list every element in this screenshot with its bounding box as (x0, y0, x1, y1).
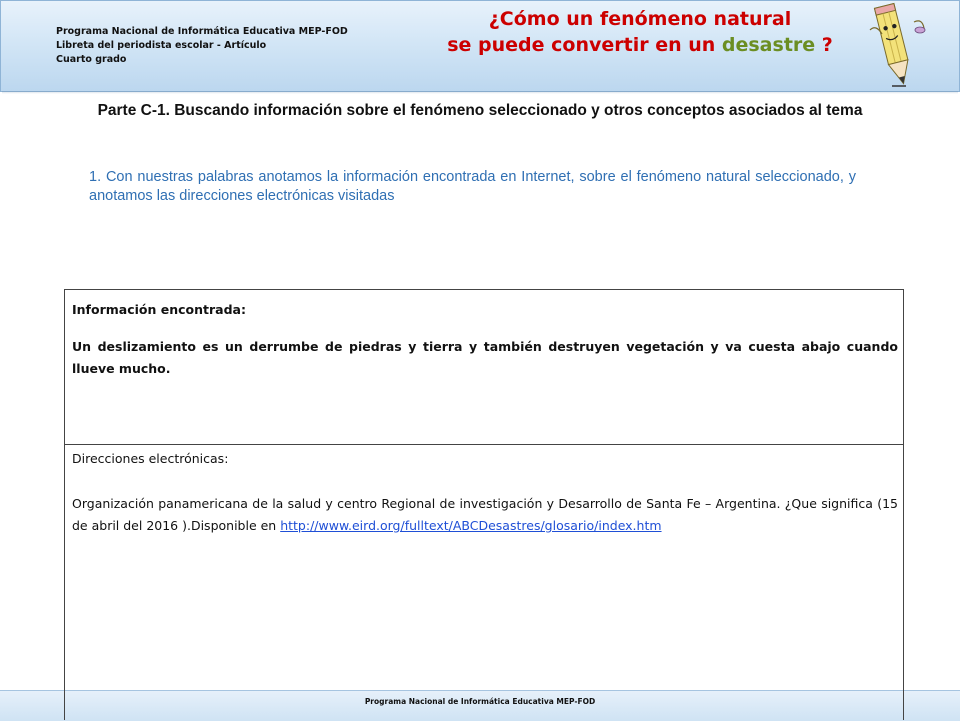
reference-link[interactable]: http://www.eird.org/fulltext/ABCDesastre… (280, 518, 661, 533)
notebook-name: Libreta del periodista escolar - Artícul… (56, 40, 267, 51)
urls-label: Direcciones electrónicas: (72, 451, 229, 466)
instruction-text: 1. Con nuestras palabras anotamos la inf… (89, 169, 856, 204)
info-label: Información encontrada: (72, 302, 246, 317)
title-line-2: se puede convertir en un desastre ? (440, 32, 840, 58)
program-info: Programa Nacional de Informática Educati… (56, 25, 348, 67)
info-text: Un deslizamiento es un derrumbe de piedr… (72, 339, 898, 376)
program-name: Programa Nacional de Informática Educati… (56, 26, 348, 37)
title-line-1: ¿Cómo un fenómeno natural (488, 8, 792, 30)
section-heading: Parte C-1. Buscando información sobre el… (97, 102, 863, 119)
urls-cell: Direcciones electrónicas: Organización p… (65, 445, 903, 718)
page-title: ¿Cómo un fenómeno natural se puede conve… (440, 6, 840, 58)
info-cell: Información encontrada: Un deslizamiento… (65, 290, 903, 445)
grade-label: Cuarto grado (56, 54, 127, 65)
title-line-2-start: se puede convertir en un (447, 34, 722, 56)
footer-text: Programa Nacional de Informática Educati… (364, 697, 596, 706)
title-highlight-word: desastre (721, 34, 816, 56)
title-line-2-end: ? (815, 34, 833, 56)
urls-text: Organización panamericana de la salud y … (72, 493, 898, 537)
header-shadow (2, 91, 958, 94)
pencil-mascot-icon (869, 2, 926, 87)
info-table: Información encontrada: Un deslizamiento… (64, 289, 904, 719)
